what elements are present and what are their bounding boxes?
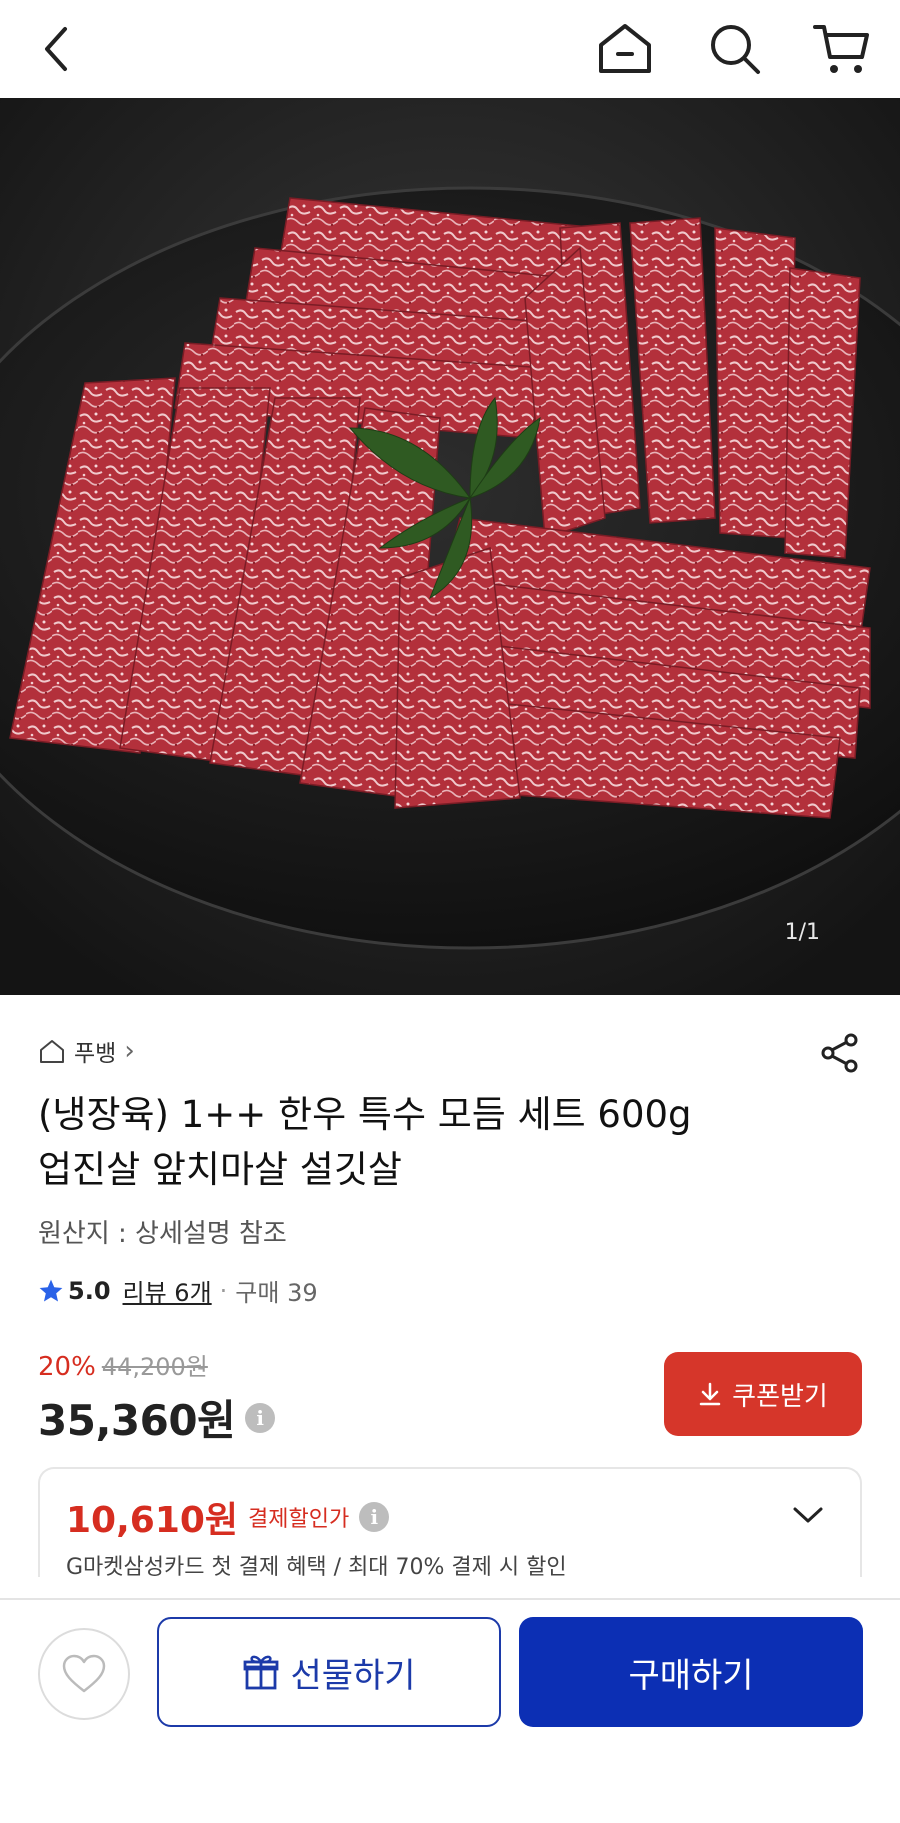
product-title-line1: (냉장육) 1++ 한우 특수 모듬 세트 600g: [38, 1093, 692, 1136]
beef-platter-image: [0, 98, 900, 995]
card-discount-price: 10,610원: [66, 1500, 239, 1541]
gift-icon: [244, 1655, 279, 1690]
gift-label: 선물하기: [290, 1655, 416, 1696]
bottom-action-bar: 선물하기 구매하기: [0, 1598, 900, 1823]
buy-label: 구매하기: [628, 1655, 754, 1696]
coupon-label: 쿠폰받기: [732, 1381, 828, 1412]
review-link[interactable]: 리뷰 6개: [123, 1273, 212, 1308]
back-icon[interactable]: [28, 0, 84, 98]
wishlist-button[interactable]: [38, 1628, 130, 1720]
product-image[interactable]: 1/1: [0, 98, 900, 995]
star-icon: [39, 1279, 63, 1302]
coupon-button[interactable]: 쿠폰받기: [664, 1352, 862, 1436]
home-icon[interactable]: [590, 0, 660, 98]
search-icon[interactable]: [700, 0, 770, 98]
card-offer-top: 10,610원 결제할인가 i: [66, 1491, 834, 1543]
image-pager: 1/1: [784, 920, 820, 945]
origin-info: 원산지 : 상세설명 참조: [38, 1219, 287, 1249]
seller-row: 푸뱅 ›: [38, 1031, 862, 1073]
seller-chevron-icon: ›: [124, 1036, 135, 1066]
share-icon[interactable]: [818, 1031, 862, 1075]
sale-price: 35,360원: [38, 1396, 236, 1445]
price-row: 35,360원 i: [38, 1387, 276, 1448]
store-home-icon: [40, 1040, 64, 1063]
card-info-icon[interactable]: i: [359, 1502, 390, 1532]
buy-button[interactable]: 구매하기: [519, 1617, 863, 1727]
rating-row: 5.0 리뷰 6개 · 구매 39: [38, 1273, 318, 1308]
card-offer-description: G마켓삼성카드 첫 결제 혜택 / 최대 70% 결제 시 할인: [66, 1555, 567, 1580]
price-info-icon[interactable]: i: [245, 1402, 276, 1433]
discount-row: 20% 44,200원: [38, 1347, 208, 1382]
discount-rate: 20%: [38, 1352, 96, 1382]
chevron-down-icon[interactable]: [792, 1505, 824, 1529]
cart-icon[interactable]: [806, 0, 876, 98]
heart-icon: [62, 1654, 106, 1693]
card-discount-offer[interactable]: 10,610원 결제할인가 i G마켓삼성카드 첫 결제 혜택 / 최대 70%…: [38, 1467, 862, 1580]
product-title-line2: 업진살 앞치마살 설깃살: [38, 1148, 402, 1191]
download-icon: [699, 1382, 721, 1406]
original-price: 44,200원: [101, 1353, 208, 1381]
purchase-count: 구매 39: [235, 1279, 318, 1307]
separator-dot: ·: [219, 1276, 228, 1305]
product-title: (냉장육) 1++ 한우 특수 모듬 세트 600g 업진살 앞치마살 설깃살: [38, 1087, 838, 1197]
rating-score: 5.0: [68, 1276, 111, 1305]
card-discount-tag: 결제할인가: [248, 1507, 350, 1532]
seller-link[interactable]: 푸뱅 ›: [38, 1034, 135, 1068]
seller-name: 푸뱅: [74, 1041, 117, 1067]
gift-button[interactable]: 선물하기: [157, 1617, 501, 1727]
top-bar: [0, 0, 900, 98]
